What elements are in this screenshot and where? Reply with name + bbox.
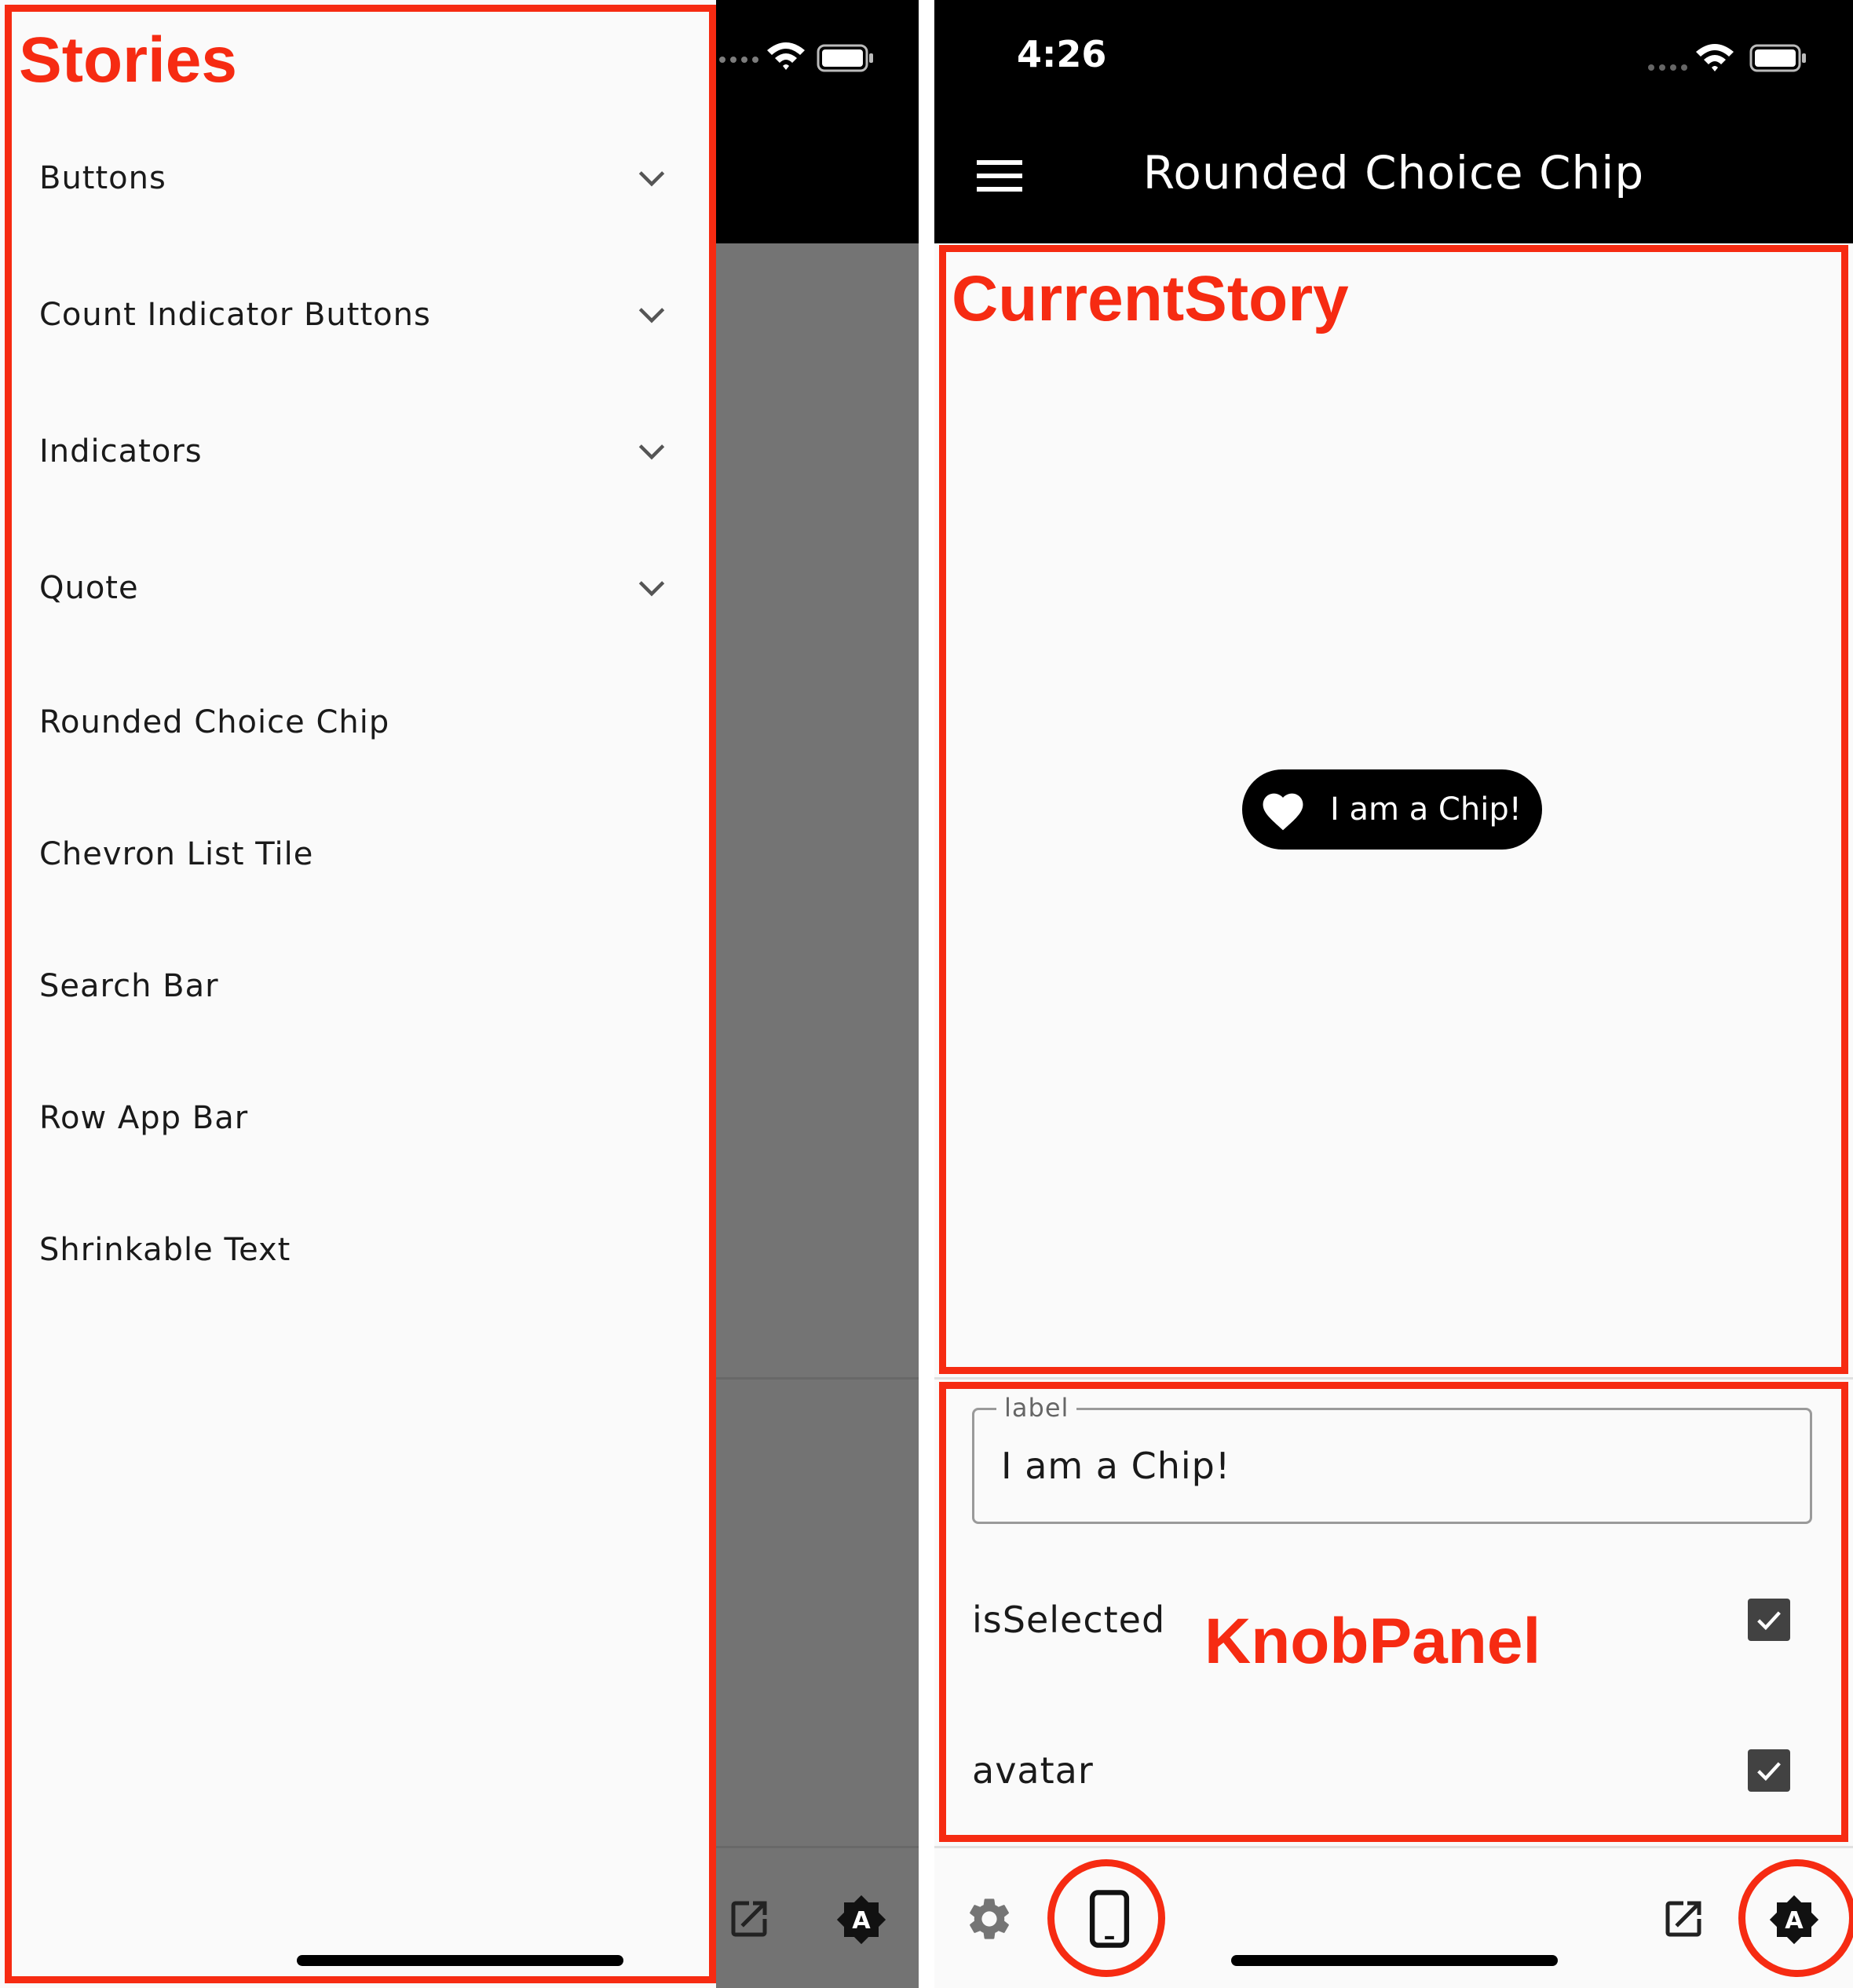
- current-story-annotation-box: [939, 245, 1848, 1374]
- right-screen: 4:26 Rounded Choice Chip I am a Chip! la…: [934, 0, 1853, 1988]
- app-bar-title: Rounded Choice Chip: [1142, 146, 1645, 199]
- theme-auto-icon[interactable]: A: [835, 1894, 887, 1946]
- open-in-new-icon[interactable]: [725, 1895, 773, 1942]
- knob-panel-divider: [934, 1377, 1853, 1380]
- theme-icon-annotation-circle: [1738, 1859, 1853, 1977]
- app-bar: 4:26 Rounded Choice Chip: [934, 0, 1853, 243]
- phone-icon-annotation-circle: [1047, 1859, 1165, 1977]
- bottom-bar-divider: [934, 1846, 1853, 1848]
- knob-panel-annotation-label: KnobPanel: [1204, 1606, 1541, 1677]
- current-story-annotation-label: CurrentStory: [952, 263, 1349, 334]
- cellular-signal-icon: [719, 57, 758, 63]
- wifi-icon: [767, 42, 805, 70]
- open-in-new-icon[interactable]: [1660, 1895, 1707, 1942]
- stories-annotation-box: [5, 5, 716, 1983]
- svg-text:A: A: [852, 1907, 871, 1935]
- battery-icon: [817, 44, 873, 72]
- home-indicator: [1231, 1955, 1558, 1966]
- gear-icon[interactable]: [964, 1894, 1014, 1944]
- cellular-signal-icon: [1648, 64, 1687, 71]
- status-time: 4:26: [1017, 33, 1107, 75]
- wifi-icon: [1696, 44, 1734, 71]
- battery-icon: [1749, 44, 1806, 72]
- left-screen: A Buttons Count Indicator Buttons Indica…: [0, 0, 919, 1988]
- stories-annotation-label: Stories: [19, 24, 237, 96]
